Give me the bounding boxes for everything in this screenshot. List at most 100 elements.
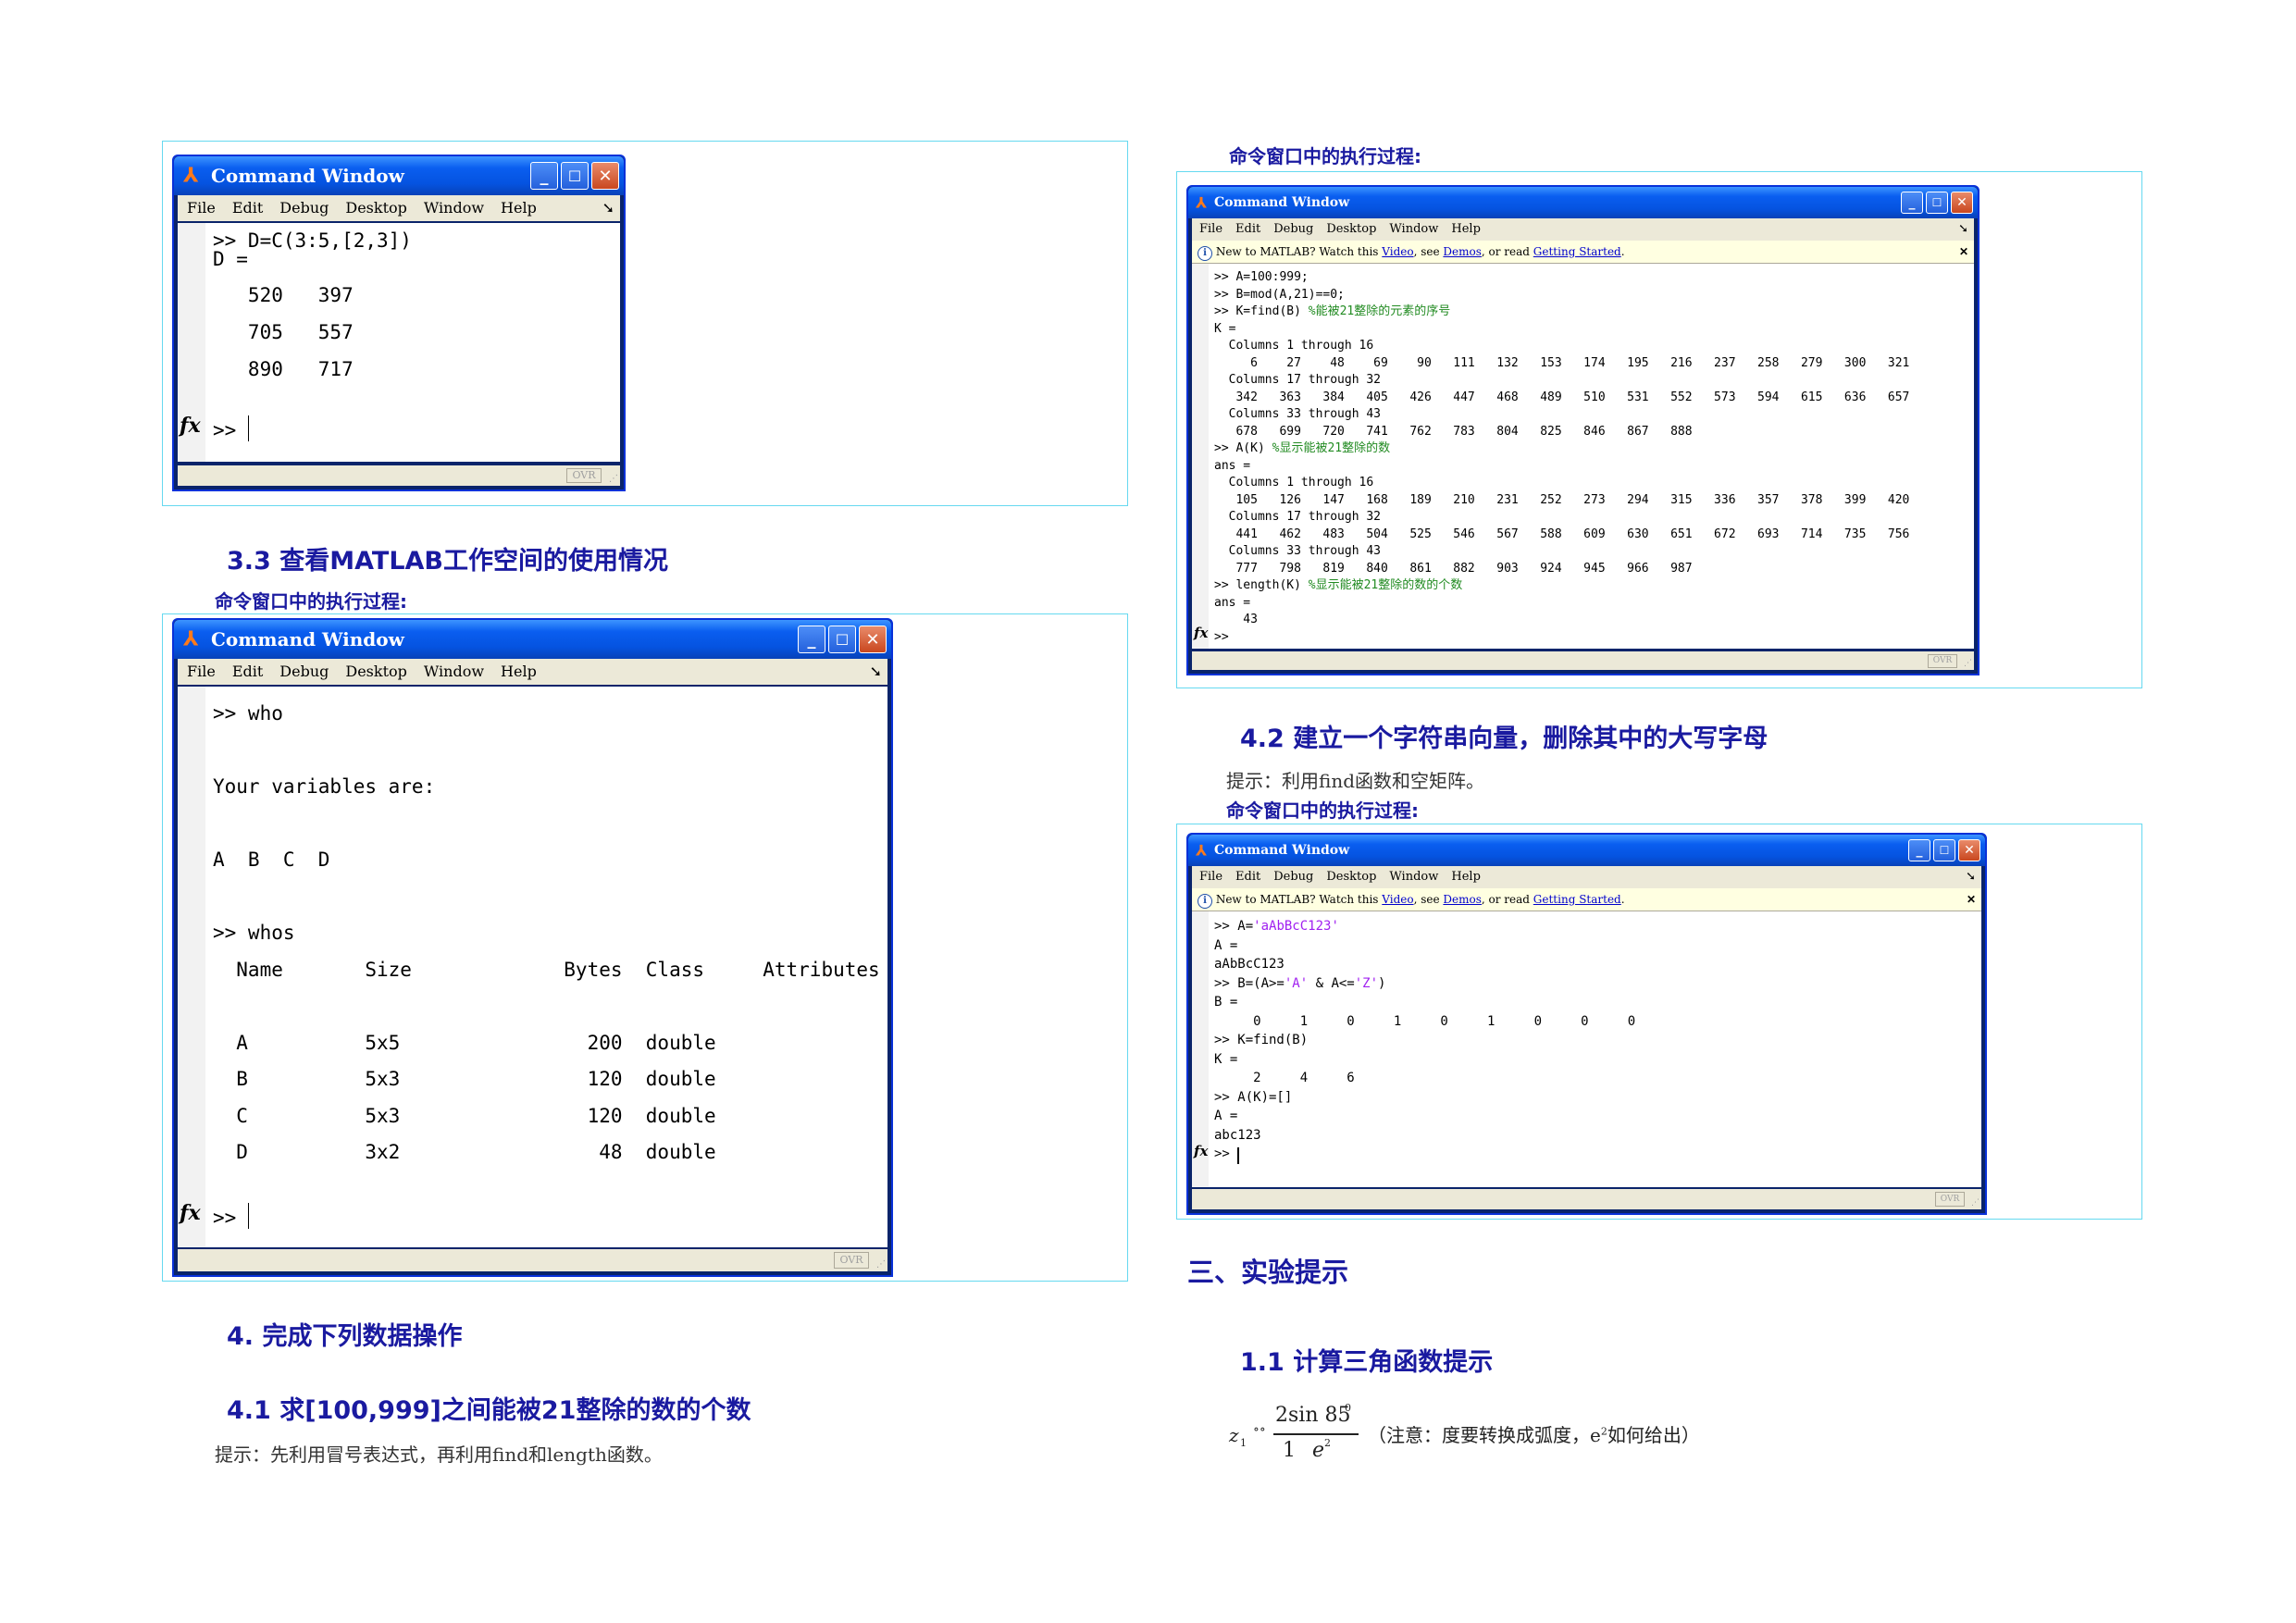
info-icon: i (1198, 246, 1212, 261)
maximize-icon[interactable]: ☐ (828, 626, 856, 653)
status-bar: OVR ⋰ (1192, 1189, 1981, 1209)
window-title: Command Window (1214, 843, 1350, 858)
close-icon[interactable]: ✕ (591, 162, 619, 190)
title-bar[interactable]: ⅄ Command Window _ ☐ ✕ (1188, 187, 1978, 218)
resize-grip-icon[interactable]: ⋰ (1971, 1198, 1980, 1208)
menu-help[interactable]: Help (501, 195, 537, 221)
sub-execution-3: 命令窗口中的执行过程: (1226, 799, 1419, 822)
menu-help[interactable]: Help (1451, 218, 1481, 241)
console-output[interactable]: >> A='aAbBcC123' A = aAbBcC123 >> B=(A>=… (1192, 911, 1981, 1187)
maximize-icon[interactable]: ☐ (1926, 192, 1948, 214)
menu-window[interactable]: Window (1389, 218, 1438, 241)
hint-4-2: 提示：利用find函数和空矩阵。 (1226, 770, 1485, 792)
menu-desktop[interactable]: Desktop (1326, 218, 1376, 241)
menu-debug[interactable]: Debug (1273, 218, 1313, 241)
command-window-4: ⅄ Command Window _ ☐ ✕ File Edit Debug Desk… (1186, 833, 1987, 1215)
menu-desktop[interactable]: Desktop (1326, 866, 1376, 888)
resize-grip-icon[interactable]: ⋰ (1964, 659, 1972, 668)
close-notice-icon[interactable]: ✕ (1967, 888, 1976, 911)
menu-edit[interactable]: Edit (1235, 218, 1260, 241)
minimize-icon[interactable]: _ (798, 626, 825, 653)
menu-debug[interactable]: Debug (1273, 866, 1313, 888)
command-window-1: ⅄ Command Window _ ☐ ✕ File Edit Debug Desk… (172, 155, 626, 491)
ovr-indicator: OVR (566, 468, 602, 483)
fx-icon[interactable]: fx (180, 1201, 201, 1225)
menu-bar: File Edit Debug Desktop Window Help ➘ (1192, 866, 1981, 888)
getting-started-link[interactable]: Getting Started (1533, 245, 1621, 258)
info-icon: i (1198, 894, 1212, 909)
video-link[interactable]: Video (1382, 245, 1413, 258)
dock-arrow-icon[interactable]: ➘ (602, 195, 614, 221)
menu-file[interactable]: File (187, 195, 216, 221)
menu-window[interactable]: Window (1389, 866, 1438, 888)
formula-z1: z 1 ∘∘ 2sin 85 0 1 e 2 （注意：度要转换成弧度，e2如何给… (1229, 1402, 1747, 1476)
window-buttons: _ ☐ ✕ (798, 626, 887, 653)
demos-link[interactable]: Demos (1443, 893, 1481, 906)
video-link[interactable]: Video (1382, 893, 1413, 906)
dock-arrow-icon[interactable]: ➘ (1958, 218, 1968, 241)
fx-icon[interactable]: fx (180, 414, 201, 438)
dock-arrow-icon[interactable]: ➘ (1966, 866, 1976, 888)
matlab-logo-icon: ⅄ (183, 164, 199, 188)
minimize-icon[interactable]: _ (1901, 192, 1923, 214)
command-window-3: ⅄ Command Window _ ☐ ✕ File Edit Debug Desk… (1186, 185, 1980, 675)
menu-desktop[interactable]: Desktop (345, 195, 407, 221)
matlab-logo-icon: ⅄ (183, 627, 199, 651)
menu-debug[interactable]: Debug (279, 659, 329, 685)
minimize-icon[interactable]: _ (1908, 839, 1930, 861)
status-bar: OVR ⋰ (1192, 651, 1974, 670)
prompt[interactable]: >> (213, 1203, 250, 1229)
close-notice-icon[interactable]: ✕ (1959, 241, 1968, 263)
title-bar[interactable]: ⅄ Command Window _ ☐ ✕ (174, 156, 624, 195)
formula-num-sup: 0 (1345, 1402, 1351, 1414)
formula-note: （注意：度要转换成弧度，e2如何给出） (1368, 1424, 1700, 1446)
window-buttons: _ ☐ ✕ (1908, 839, 1980, 861)
console-output[interactable]: >> who Your variables are: A B C D >> wh… (178, 687, 887, 1247)
getting-started-link[interactable]: Getting Started (1533, 893, 1621, 906)
console-text: >> who Your variables are: A B C D >> wh… (213, 702, 880, 1163)
prompt[interactable]: >> (213, 415, 250, 441)
window-buttons: _ ☐ ✕ (530, 162, 619, 190)
close-icon[interactable]: ✕ (1951, 192, 1973, 214)
dock-arrow-icon[interactable]: ➘ (870, 659, 882, 685)
hint-4-1: 提示：先利用冒号表达式，再利用find和length函数。 (215, 1443, 663, 1466)
menu-edit[interactable]: Edit (232, 195, 263, 221)
menu-file[interactable]: File (1199, 866, 1222, 888)
title-bar[interactable]: ⅄ Command Window _ ☐ ✕ (1188, 835, 1985, 866)
window-buttons: _ ☐ ✕ (1901, 192, 1973, 214)
ovr-indicator: OVR (1935, 1192, 1965, 1207)
demos-link[interactable]: Demos (1443, 245, 1481, 258)
menu-file[interactable]: File (1199, 218, 1222, 241)
formula-z-sub: 1 (1240, 1437, 1247, 1449)
fx-icon[interactable]: fx (1194, 625, 1208, 641)
menu-file[interactable]: File (187, 659, 216, 685)
close-icon[interactable]: ✕ (1958, 839, 1980, 861)
status-bar: OVR ⋰ (178, 1249, 887, 1271)
formula-symbol: ∘∘ (1253, 1422, 1266, 1437)
menu-window[interactable]: Window (424, 195, 484, 221)
title-bar[interactable]: ⅄ Command Window _ ☐ ✕ (174, 620, 891, 659)
fx-icon[interactable]: fx (1194, 1143, 1208, 1159)
close-icon[interactable]: ✕ (859, 626, 887, 653)
info-notice: i New to MATLAB? Watch this Video, see D… (1192, 241, 1974, 264)
console-output[interactable]: >> D=C(3:5,[2,3]) D = 520 397 705 557 89… (178, 223, 620, 462)
menu-window[interactable]: Window (424, 659, 484, 685)
minimize-icon[interactable]: _ (530, 162, 558, 190)
menu-edit[interactable]: Edit (232, 659, 263, 685)
formula-numerator: 2sin 85 (1275, 1404, 1351, 1427)
ovr-indicator: OVR (1928, 654, 1957, 668)
menu-edit[interactable]: Edit (1235, 866, 1260, 888)
menu-help[interactable]: Help (1451, 866, 1481, 888)
menu-desktop[interactable]: Desktop (345, 659, 407, 685)
maximize-icon[interactable]: ☐ (561, 162, 589, 190)
menu-help[interactable]: Help (501, 659, 537, 685)
console-output[interactable]: >> A=100:999; >> B=mod(A,21)==0; >> K=fi… (1192, 264, 1974, 649)
resize-grip-icon[interactable]: ⋰ (876, 1259, 886, 1270)
info-notice: i New to MATLAB? Watch this Video, see D… (1192, 888, 1981, 911)
ovr-indicator: OVR (834, 1252, 869, 1269)
menu-bar: File Edit Debug Desktop Window Help ➘ (178, 659, 887, 685)
maximize-icon[interactable]: ☐ (1933, 839, 1955, 861)
formula-den-e: e (1312, 1439, 1325, 1462)
menu-debug[interactable]: Debug (279, 195, 329, 221)
resize-grip-icon[interactable]: ⋰ (609, 474, 618, 484)
